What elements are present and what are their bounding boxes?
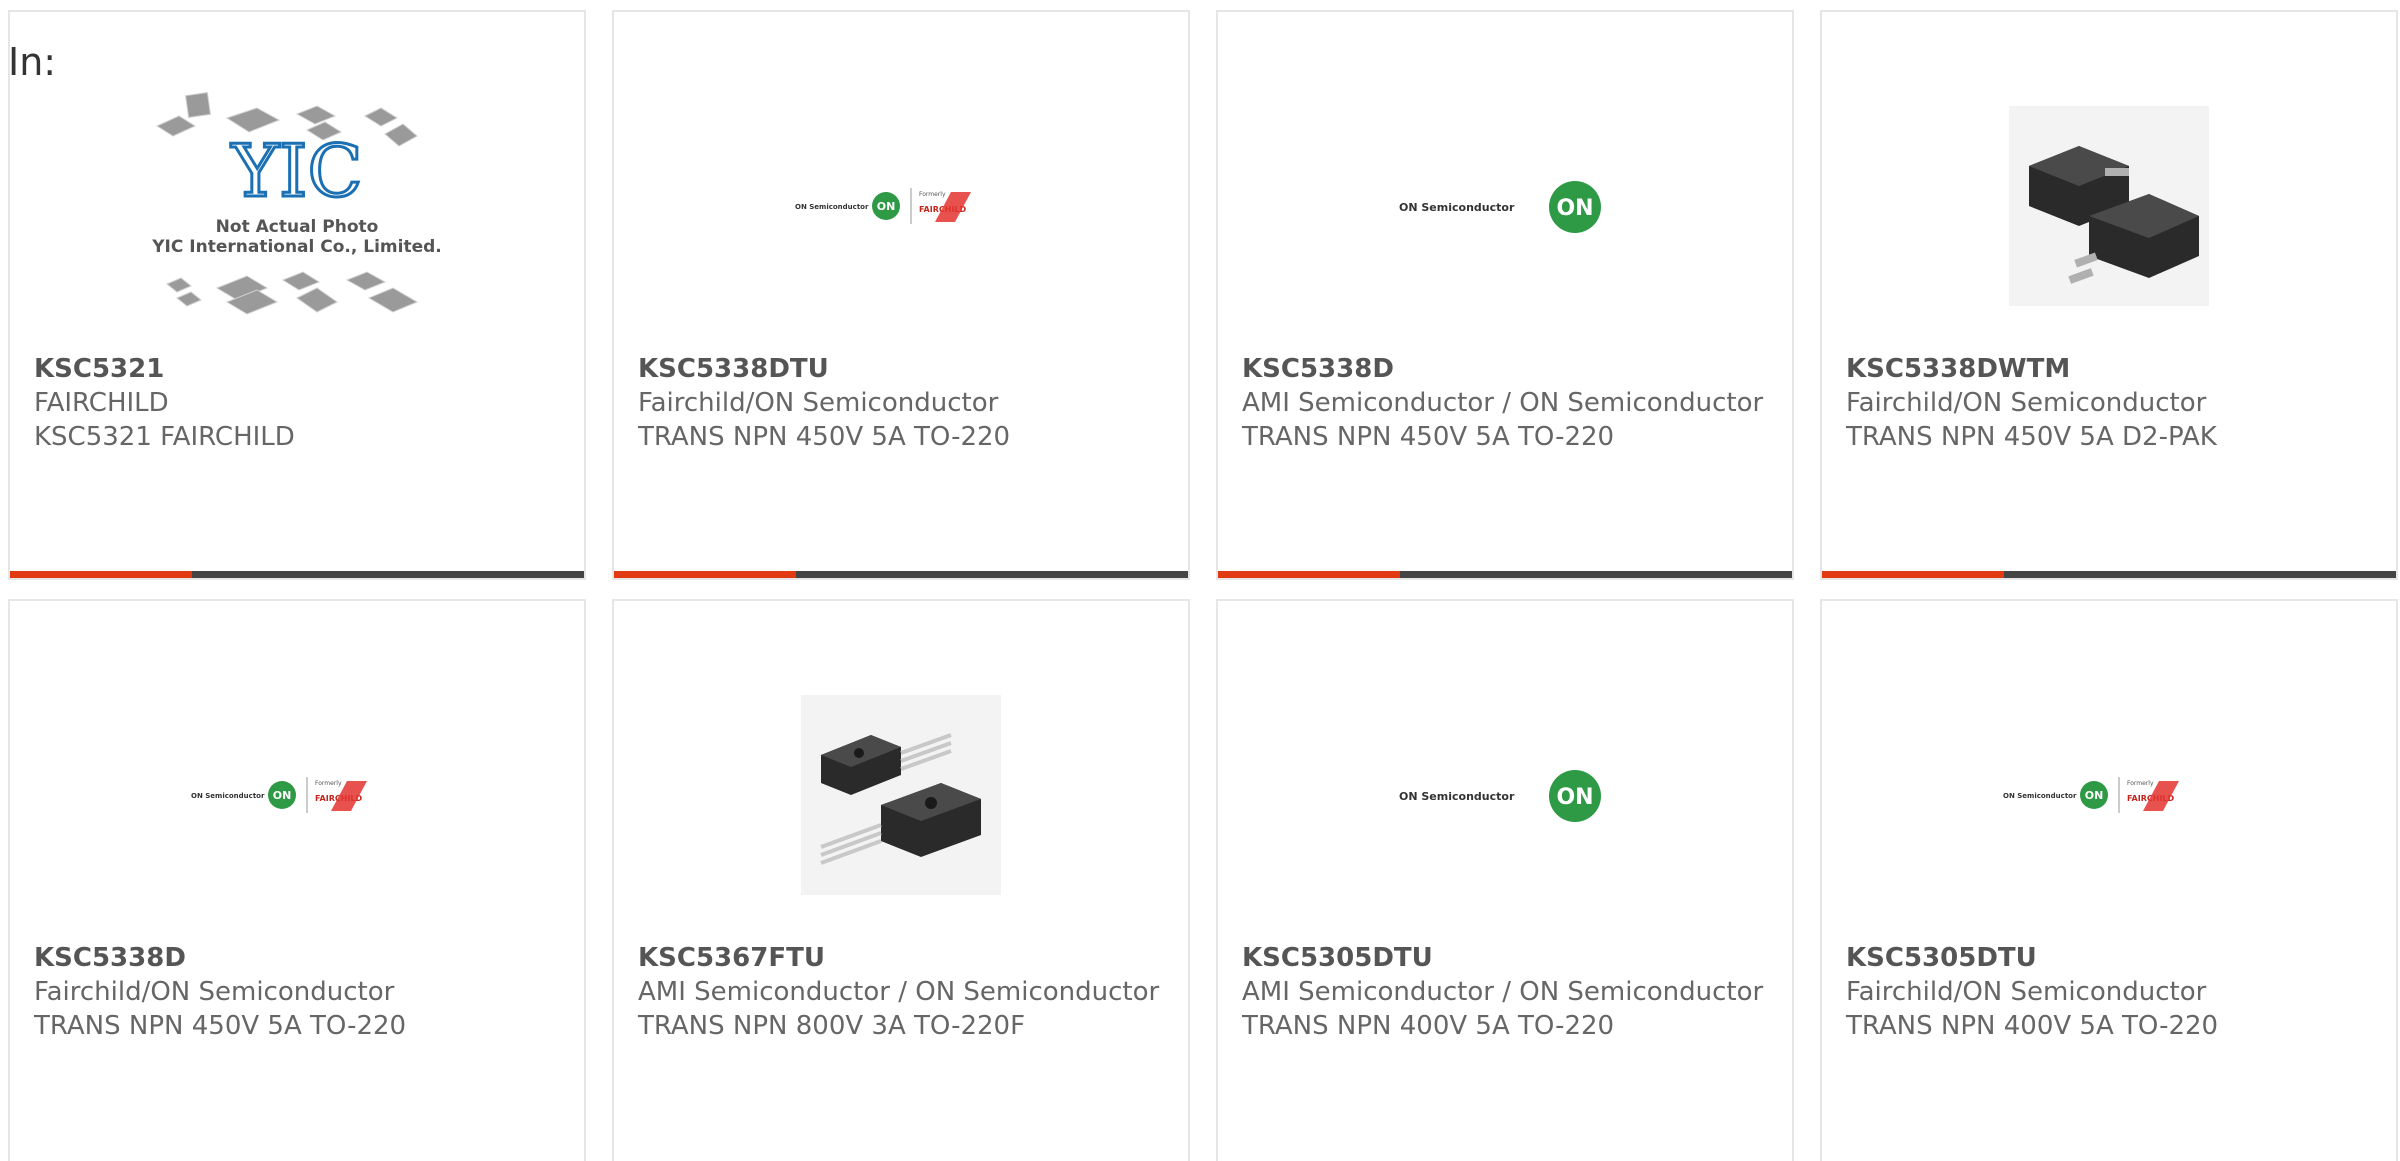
manufacturer: Fairchild/ON Semiconductor bbox=[638, 388, 999, 418]
description: KSC5321 FAIRCHILD bbox=[34, 422, 295, 452]
filter-label: In: bbox=[8, 40, 57, 84]
svg-text:ON Semiconductor: ON Semiconductor bbox=[1399, 201, 1515, 214]
description: TRANS NPN 400V 5A TO-220 bbox=[1846, 1011, 2219, 1041]
on-fairchild-logo: ON Semiconductor ON Formerly FAIRCHILD bbox=[2003, 777, 2179, 813]
svg-text:ON Semiconductor: ON Semiconductor bbox=[2003, 792, 2077, 800]
product-image: ON Semiconductor ON bbox=[1218, 56, 1792, 356]
on-fairchild-logo: ON Semiconductor ON Formerly FAIRCHILD bbox=[191, 777, 367, 813]
placeholder-line2: YIC International Co., Limited. bbox=[151, 237, 442, 257]
svg-text:ON: ON bbox=[877, 200, 896, 213]
card-accent-bar bbox=[614, 571, 1188, 578]
product-info: KSC5338DTU Fairchild/ON Semiconductor TR… bbox=[638, 352, 1164, 454]
part-number[interactable]: KSC5338D bbox=[1242, 352, 1768, 386]
not-actual-photo-image: YIC Not Actual Photo YIC International C… bbox=[151, 92, 442, 315]
product-card[interactable]: ON Semiconductor ON KSC5305DTU AMI Semic… bbox=[1216, 599, 1794, 1161]
description: TRANS NPN 450V 5A TO-220 bbox=[638, 422, 1011, 452]
manufacturer: AMI Semiconductor / ON Semiconductor bbox=[638, 977, 1160, 1007]
card-accent-bar bbox=[1822, 571, 2396, 578]
svg-text:Formerly: Formerly bbox=[2127, 780, 2154, 787]
part-number[interactable]: KSC5321 bbox=[34, 352, 560, 386]
part-number[interactable]: KSC5305DTU bbox=[1242, 941, 1768, 975]
product-image bbox=[1822, 56, 2396, 356]
product-card[interactable]: ON Semiconductor ON KSC5338D AMI Semicon… bbox=[1216, 10, 1794, 580]
part-number[interactable]: KSC5338DTU bbox=[638, 352, 1164, 386]
svg-text:ON: ON bbox=[1556, 785, 1593, 810]
product-card[interactable]: KSC5338DWTM Fairchild/ON Semiconductor T… bbox=[1820, 10, 2398, 580]
product-info: KSC5305DTU AMI Semiconductor / ON Semico… bbox=[1242, 941, 1768, 1043]
product-image: ON Semiconductor ON Formerly FAIRCHILD bbox=[614, 56, 1188, 356]
product-image: ON Semiconductor ON bbox=[1218, 645, 1792, 945]
product-listing-page: In: YIC Not Actual Photo YIC Internation… bbox=[0, 0, 2400, 1161]
description: TRANS NPN 450V 5A TO-220 bbox=[34, 1011, 407, 1041]
product-info: KSC5338DWTM Fairchild/ON Semiconductor T… bbox=[1846, 352, 2372, 454]
svg-text:ON Semiconductor: ON Semiconductor bbox=[191, 792, 265, 800]
product-card[interactable]: ON Semiconductor ON Formerly FAIRCHILD K… bbox=[8, 599, 586, 1161]
svg-text:YIC: YIC bbox=[230, 129, 362, 213]
svg-text:ON Semiconductor: ON Semiconductor bbox=[795, 203, 869, 211]
card-accent-bar bbox=[10, 571, 584, 578]
part-number[interactable]: KSC5338DWTM bbox=[1846, 352, 2372, 386]
manufacturer: Fairchild/ON Semiconductor bbox=[34, 977, 395, 1007]
product-grid: YIC Not Actual Photo YIC International C… bbox=[8, 10, 2400, 1161]
manufacturer: FAIRCHILD bbox=[34, 388, 169, 418]
product-card[interactable]: ON Semiconductor ON Formerly FAIRCHILD K… bbox=[1820, 599, 2398, 1161]
manufacturer: Fairchild/ON Semiconductor bbox=[1846, 388, 2207, 418]
description: TRANS NPN 450V 5A D2-PAK bbox=[1846, 422, 2217, 452]
product-image-placeholder: YIC Not Actual Photo YIC International C… bbox=[10, 56, 584, 356]
part-number[interactable]: KSC5367FTU bbox=[638, 941, 1164, 975]
product-info: KSC5338D Fairchild/ON Semiconductor TRAN… bbox=[34, 941, 560, 1043]
description: TRANS NPN 450V 5A TO-220 bbox=[1242, 422, 1615, 452]
product-image bbox=[614, 645, 1188, 945]
description: TRANS NPN 400V 5A TO-220 bbox=[1242, 1011, 1615, 1041]
description: TRANS NPN 800V 3A TO-220F bbox=[638, 1011, 1026, 1041]
product-card[interactable]: ON Semiconductor ON Formerly FAIRCHILD K… bbox=[612, 10, 1190, 580]
on-semiconductor-logo: ON Semiconductor ON bbox=[1399, 181, 1601, 233]
card-accent-bar bbox=[1218, 571, 1792, 578]
product-card[interactable]: KSC5367FTU AMI Semiconductor / ON Semico… bbox=[612, 599, 1190, 1161]
manufacturer: AMI Semiconductor / ON Semiconductor bbox=[1242, 977, 1764, 1007]
product-card[interactable]: YIC Not Actual Photo YIC International C… bbox=[8, 10, 586, 580]
product-image: ON Semiconductor ON Formerly FAIRCHILD bbox=[1822, 645, 2396, 945]
product-info: KSC5305DTU Fairchild/ON Semiconductor TR… bbox=[1846, 941, 2372, 1043]
manufacturer: AMI Semiconductor / ON Semiconductor bbox=[1242, 388, 1764, 418]
svg-text:Formerly: Formerly bbox=[315, 780, 342, 787]
svg-text:ON: ON bbox=[1556, 196, 1593, 221]
product-info: KSC5338D AMI Semiconductor / ON Semicond… bbox=[1242, 352, 1768, 454]
part-number[interactable]: KSC5338D bbox=[34, 941, 560, 975]
product-info: KSC5367FTU AMI Semiconductor / ON Semico… bbox=[638, 941, 1164, 1043]
d2pak-package-image bbox=[2009, 106, 2209, 306]
to220f-package-image bbox=[801, 695, 1001, 895]
svg-text:ON: ON bbox=[273, 789, 292, 802]
manufacturer: Fairchild/ON Semiconductor bbox=[1846, 977, 2207, 1007]
placeholder-line1: Not Actual Photo bbox=[216, 217, 379, 237]
svg-text:ON Semiconductor: ON Semiconductor bbox=[1399, 790, 1515, 803]
product-image: ON Semiconductor ON Formerly FAIRCHILD bbox=[10, 645, 584, 945]
part-number[interactable]: KSC5305DTU bbox=[1846, 941, 2372, 975]
svg-text:ON: ON bbox=[2085, 789, 2104, 802]
svg-text:Formerly: Formerly bbox=[919, 191, 946, 198]
on-semiconductor-logo: ON Semiconductor ON bbox=[1399, 770, 1601, 822]
on-fairchild-logo: ON Semiconductor ON Formerly FAIRCHILD bbox=[795, 188, 971, 224]
product-info: KSC5321 FAIRCHILD KSC5321 FAIRCHILD bbox=[34, 352, 560, 454]
